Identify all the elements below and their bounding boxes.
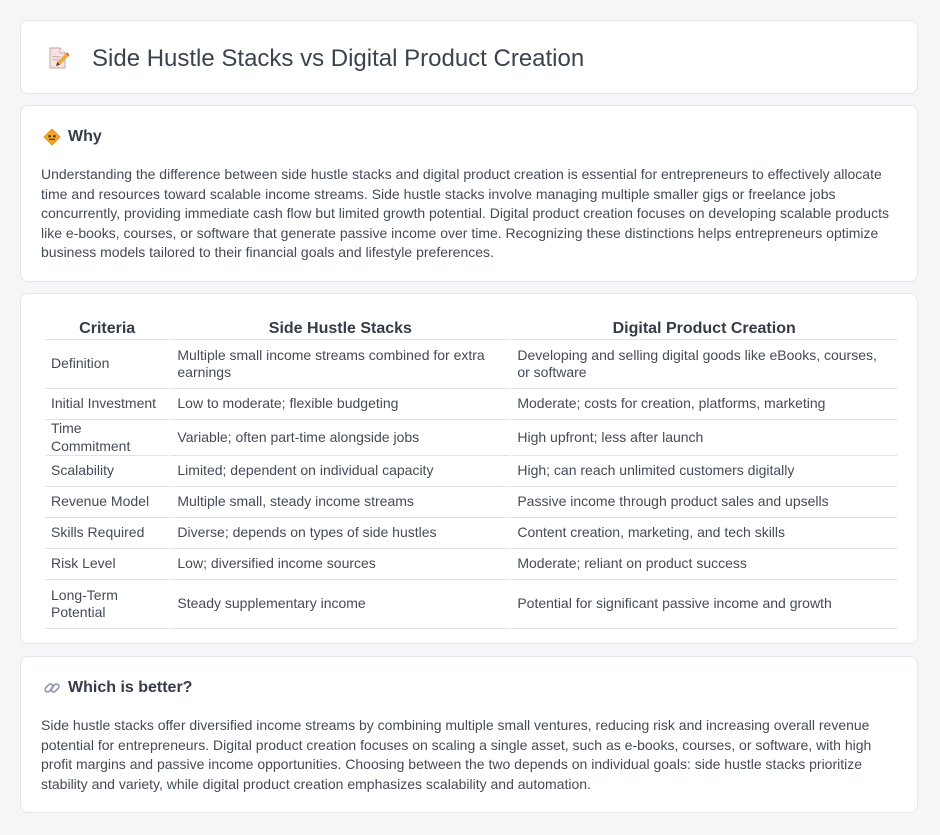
better-heading: Which is better?: [43, 678, 192, 698]
digital-product-cell: Moderate; reliant on product success: [511, 549, 897, 580]
table-row: Definition Multiple small income streams…: [45, 340, 897, 389]
pencil-document-icon: [47, 46, 70, 70]
side-hustle-cell: Variable; often part-time alongside jobs: [171, 420, 510, 456]
why-section: Why Understanding the difference between…: [20, 105, 918, 282]
digital-product-cell: Content creation, marketing, and tech sk…: [511, 518, 897, 549]
link-icon: [43, 679, 61, 697]
table-row: Long-Term Potential Steady supplementary…: [45, 580, 897, 629]
side-hustle-cell: Steady supplementary income: [171, 580, 510, 629]
side-hustle-cell: Diverse; depends on types of side hustle…: [171, 518, 510, 549]
digital-product-cell: Moderate; costs for creation, platforms,…: [511, 389, 897, 420]
side-hustle-cell: Multiple small income streams combined f…: [171, 340, 510, 389]
why-heading: Why: [43, 127, 102, 147]
which-is-better-section: Which is better? Side hustle stacks offe…: [20, 656, 918, 813]
column-header-side-hustle: Side Hustle Stacks: [171, 316, 510, 340]
side-hustle-cell: Low to moderate; flexible budgeting: [171, 389, 510, 420]
digital-product-cell: High; can reach unlimited customers digi…: [511, 456, 897, 487]
digital-product-cell: Potential for significant passive income…: [511, 580, 897, 629]
criteria-cell: Skills Required: [45, 518, 170, 549]
table-row: Skills Required Diverse; depends on type…: [45, 518, 897, 549]
criteria-cell: Definition: [45, 340, 170, 389]
column-header-digital-product: Digital Product Creation: [511, 316, 897, 340]
header-card: Side Hustle Stacks vs Digital Product Cr…: [20, 20, 918, 94]
why-body: Understanding the difference between sid…: [41, 166, 889, 261]
criteria-cell: Time Commitment: [45, 420, 170, 456]
table-row: Initial Investment Low to moderate; flex…: [45, 389, 897, 420]
digital-product-cell: High upfront; less after launch: [511, 420, 897, 456]
digital-product-cell: Developing and selling digital goods lik…: [511, 340, 897, 389]
better-title: Which is better?: [68, 679, 193, 696]
criteria-cell: Scalability: [45, 456, 170, 487]
comparison-section: Criteria Side Hustle Stacks Digital Prod…: [20, 293, 918, 644]
better-body: Side hustle stacks offer diversified inc…: [41, 717, 872, 792]
criteria-cell: Revenue Model: [45, 487, 170, 518]
criteria-cell: Initial Investment: [45, 389, 170, 420]
table-row: Revenue Model Multiple small, steady inc…: [45, 487, 897, 518]
table-row: Risk Level Low; diversified income sourc…: [45, 549, 897, 580]
side-hustle-cell: Limited; dependent on individual capacit…: [171, 456, 510, 487]
why-title: Why: [68, 128, 102, 145]
warning-diamond-icon: [43, 128, 61, 146]
table-row: Scalability Limited; dependent on indivi…: [45, 456, 897, 487]
table-header-row: Criteria Side Hustle Stacks Digital Prod…: [45, 316, 897, 340]
criteria-cell: Risk Level: [45, 549, 170, 580]
page-title: Side Hustle Stacks vs Digital Product Cr…: [92, 45, 585, 72]
comparison-table: Criteria Side Hustle Stacks Digital Prod…: [43, 316, 899, 629]
criteria-cell: Long-Term Potential: [45, 580, 170, 629]
table-row: Time Commitment Variable; often part-tim…: [45, 420, 897, 456]
side-hustle-cell: Low; diversified income sources: [171, 549, 510, 580]
column-header-criteria: Criteria: [45, 316, 170, 340]
side-hustle-cell: Multiple small, steady income streams: [171, 487, 510, 518]
digital-product-cell: Passive income through product sales and…: [511, 487, 897, 518]
